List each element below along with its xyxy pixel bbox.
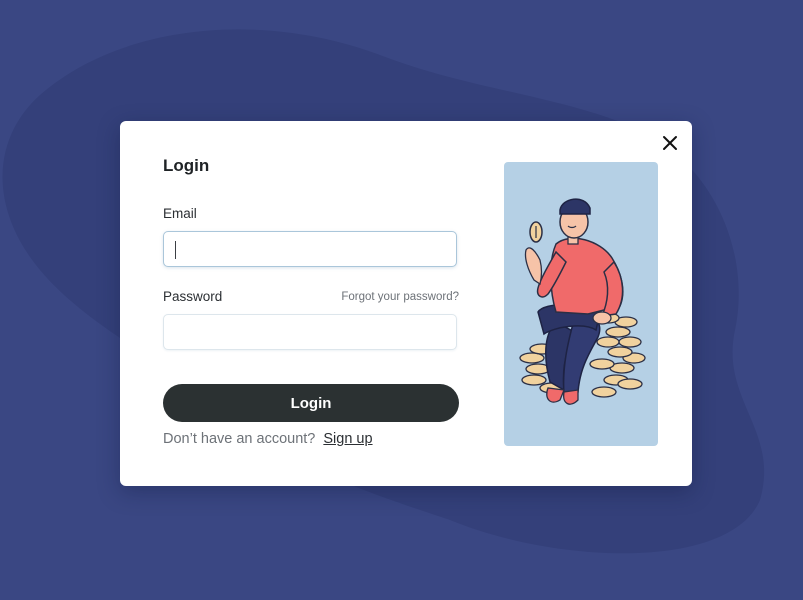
email-field[interactable] <box>163 231 457 267</box>
login-modal: Login Email Password Forgot your passwor… <box>120 121 692 486</box>
signup-row: Don’t have an account? Sign up <box>163 431 373 447</box>
login-button-label: Login <box>290 394 332 412</box>
text-caret <box>175 241 176 259</box>
person-sitting-on-coins-illustration <box>519 198 646 405</box>
forgot-password-link[interactable]: Forgot your password? <box>341 291 459 303</box>
close-icon <box>663 136 677 150</box>
illustration-panel <box>504 162 658 446</box>
signup-link[interactable]: Sign up <box>323 431 372 447</box>
login-button[interactable]: Login <box>163 384 459 422</box>
password-field[interactable] <box>163 314 457 350</box>
modal-title: Login <box>163 156 210 175</box>
signup-prompt: Don’t have an account? <box>163 431 316 447</box>
email-label: Email <box>163 206 197 221</box>
close-button[interactable] <box>658 131 682 155</box>
password-label: Password <box>163 289 223 304</box>
